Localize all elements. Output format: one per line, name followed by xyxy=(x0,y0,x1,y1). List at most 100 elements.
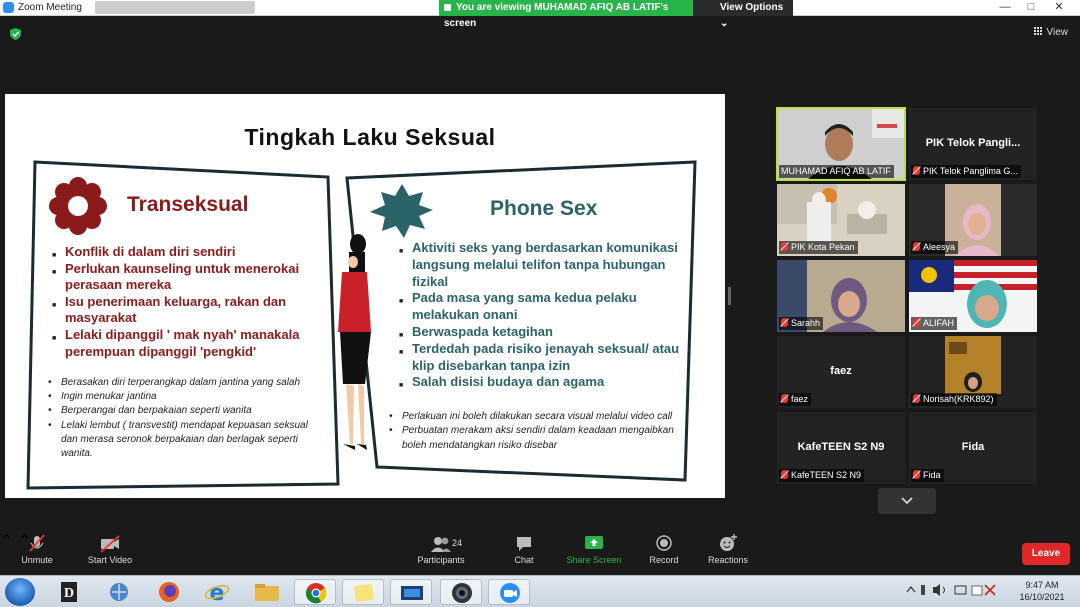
share-banner-text: You are viewing MUHAMAD AFIQ AB LATIF's … xyxy=(444,2,669,29)
windows-start-icon[interactable] xyxy=(5,578,35,606)
unmute-button[interactable]: Unmute xyxy=(14,531,60,565)
dictionary-app-icon[interactable]: D xyxy=(48,579,90,605)
firefox-icon[interactable] xyxy=(148,579,190,605)
list-item: Berwaspada ketagihan xyxy=(398,324,688,345)
list-item: Ingin menukar jantina xyxy=(47,390,327,404)
participants-button[interactable]: 24 Participants xyxy=(414,531,468,565)
sticky-notes-icon[interactable] xyxy=(342,579,384,605)
panel-splitter-handle[interactable] xyxy=(728,287,731,305)
svg-text:D: D xyxy=(64,586,74,601)
list-item: Berasakan diri terperangkap dalam jantin… xyxy=(47,376,327,390)
mic-muted-icon xyxy=(913,242,920,251)
chrome-icon[interactable] xyxy=(294,579,336,605)
system-tray-icons[interactable] xyxy=(905,582,1003,598)
list-item: Lelaki lembut ( transvestit) mendapat ke… xyxy=(47,419,327,462)
mic-muted-icon xyxy=(913,166,920,175)
minimize-button[interactable]: — xyxy=(992,1,1018,14)
participants-label: Participants xyxy=(417,555,465,565)
share-screen-button[interactable]: Share Screen xyxy=(564,531,624,565)
participant-display-name: Fida xyxy=(961,441,985,453)
chat-button[interactable]: Chat xyxy=(504,531,544,565)
view-button-label: View xyxy=(1046,27,1069,38)
participant-tile-sarahh[interactable]: Sarahh xyxy=(777,260,905,332)
gallery-view-button[interactable]: View xyxy=(1033,27,1069,38)
participant-name-label: Norisah(KRK892) xyxy=(911,393,997,406)
screen-share-banner: You are viewing MUHAMAD AFIQ AB LATIF's … xyxy=(439,0,693,29)
flower-icon xyxy=(49,177,107,235)
network-app-icon[interactable] xyxy=(98,579,140,605)
reactions-emoji-icon xyxy=(720,534,737,551)
record-label: Record xyxy=(649,555,679,565)
left-main-bullets: Konflik di dalam diri sendiri Perlukan k… xyxy=(51,244,329,360)
list-item: Berperangai dan berpakaian seperti wanit… xyxy=(47,404,327,418)
mic-muted-icon xyxy=(781,470,788,479)
participant-name-label: Sarahh xyxy=(779,317,824,330)
start-video-label: Start Video xyxy=(87,555,133,565)
participant-name-label: KafeTEEN S2 N9 xyxy=(779,469,865,482)
right-note-bullets: Perlakuan ini boleh dilakukan secara vis… xyxy=(388,410,678,453)
participant-tile-pik-kota-pekan[interactable]: PIK Kota Pekan xyxy=(777,184,905,256)
grid-icon xyxy=(1033,27,1043,36)
reactions-button[interactable]: Reactions xyxy=(704,531,752,565)
record-button[interactable]: Record xyxy=(644,531,684,565)
gallery-next-page-button[interactable] xyxy=(878,488,936,514)
participant-tile-pik-telok-panglima[interactable]: PIK Telok Pangli... PIK Telok Panglima G… xyxy=(909,108,1037,180)
clock-time: 9:47 AM xyxy=(1025,580,1059,590)
zoom-taskbar-icon[interactable] xyxy=(488,579,530,605)
meeting-toolbar: Unmute ⌃ Start Video ⌃ 24 Participants ⌃… xyxy=(0,531,1080,575)
list-item: Pada masa yang sama kedua pelaku melakuk… xyxy=(398,290,688,324)
slide-title: Tingkah Laku Seksual xyxy=(244,124,496,150)
participant-name-label: Aleesya xyxy=(911,241,959,254)
chat-label: Chat xyxy=(514,555,534,565)
camera-app-icon[interactable] xyxy=(440,579,482,605)
maximize-button[interactable]: □ xyxy=(1018,1,1044,14)
close-button[interactable]: ✕ xyxy=(1046,1,1072,14)
participant-tile-muhamad-afiq[interactable]: MUHAMAD AFIQ AB LATIF xyxy=(776,107,906,181)
view-options-button[interactable]: View Options ⌄ xyxy=(693,0,793,29)
chat-bubble-icon xyxy=(517,537,531,551)
list-item: Konflik di dalam diri sendiri xyxy=(51,244,329,264)
clock-date: 16/10/2021 xyxy=(1019,592,1065,602)
participant-name-label: Fida xyxy=(911,469,944,482)
audio-options-caret-icon[interactable]: ⌃ xyxy=(0,533,13,550)
microphone-muted-icon xyxy=(29,534,45,552)
participant-tile-kafeteen[interactable]: KafeTEEN S2 N9 KafeTEEN S2 N9 xyxy=(777,412,905,484)
zoom-logo-icon xyxy=(3,2,14,13)
remote-desktop-icon[interactable] xyxy=(390,579,432,605)
chevron-down-icon: ⌄ xyxy=(720,18,729,29)
list-item: Salah disisi budaya dan agama xyxy=(398,374,688,395)
reactions-label: Reactions xyxy=(707,555,749,565)
mic-muted-icon xyxy=(781,242,788,251)
list-item: Aktiviti seks yang berdasarkan komunikas… xyxy=(398,240,688,290)
participant-tile-alifah[interactable]: ALIFAH xyxy=(909,260,1037,332)
file-explorer-icon[interactable] xyxy=(246,579,288,605)
participant-tile-aleesya[interactable]: Aleesya xyxy=(909,184,1037,256)
leave-button[interactable]: Leave xyxy=(1022,543,1070,565)
svg-text:e: e xyxy=(210,581,225,605)
camera-off-icon xyxy=(100,535,120,553)
internet-explorer-icon[interactable]: e xyxy=(196,579,238,606)
left-panel-heading: Transeksual xyxy=(127,193,249,216)
participant-display-name: PIK Telok Pangli... xyxy=(925,137,1021,149)
system-tray xyxy=(905,582,1003,600)
right-panel-heading: Phone Sex xyxy=(490,197,598,220)
mic-muted-icon xyxy=(781,394,788,403)
window-title: Zoom Meeting xyxy=(18,2,82,13)
start-video-button[interactable]: Start Video xyxy=(82,531,138,565)
taskbar-clock[interactable]: 9:47 AM 16/10/2021 xyxy=(1008,579,1076,603)
participants-icon xyxy=(431,537,451,552)
participant-tile-faez[interactable]: faez faez xyxy=(777,336,905,408)
list-item: Lelaki dipanggil ' mak nyah' manakala pe… xyxy=(51,327,329,360)
list-item: Terdedah pada risiko jenayah seksual/ at… xyxy=(398,341,688,375)
participants-count: 24 xyxy=(452,538,463,548)
participant-tile-norisah[interactable]: Norisah(KRK892) xyxy=(909,336,1037,408)
share-screen-label: Share Screen xyxy=(566,555,622,565)
participant-name-label: MUHAMAD AFIQ AB LATIF xyxy=(779,165,894,178)
participant-tile-fida[interactable]: Fida Fida xyxy=(909,412,1037,484)
chevron-down-icon xyxy=(901,497,913,505)
security-shield-icon[interactable] xyxy=(10,28,21,40)
shared-screen-slide: Tingkah Laku Seksual Transeksual Phone S… xyxy=(5,94,725,498)
windows-taskbar: D e 9:47 AM 16/10/2021 xyxy=(0,575,1080,607)
record-icon xyxy=(656,535,672,551)
share-indicator-icon xyxy=(444,4,451,11)
